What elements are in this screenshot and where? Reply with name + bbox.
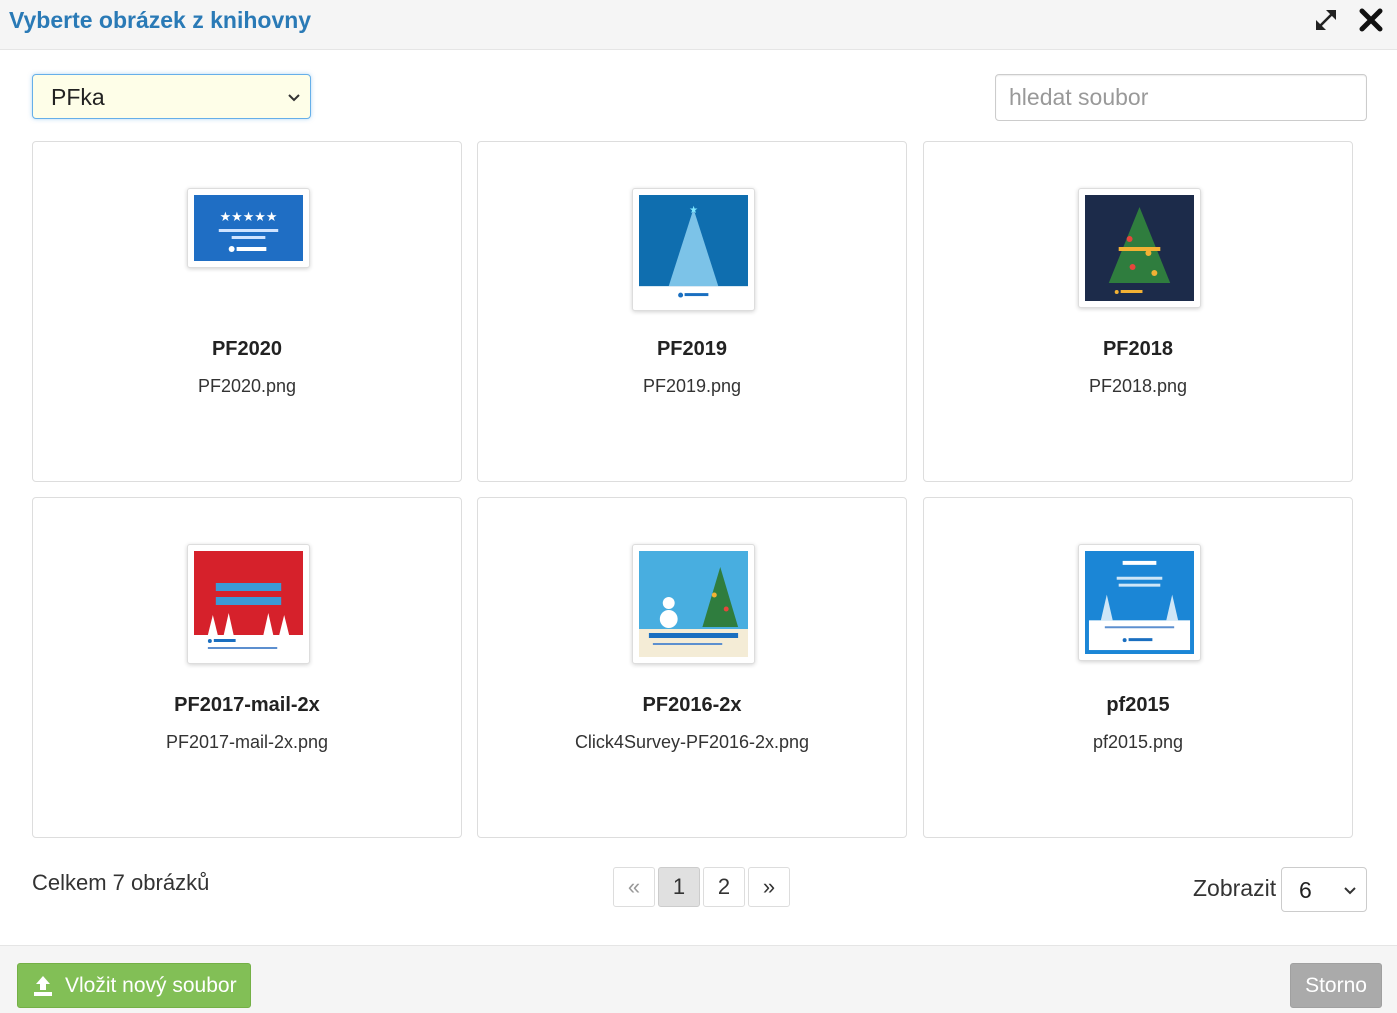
image-card[interactable]: ★★★★★ PF2020 PF2020.png xyxy=(32,141,462,482)
pagination-page-1[interactable]: 1 xyxy=(658,867,700,907)
modal-footer: Vložit nový soubor Storno xyxy=(0,945,1397,1013)
folder-select[interactable]: PFka xyxy=(32,74,311,119)
upload-button-label: Vložit nový soubor xyxy=(65,974,237,997)
chevron-down-icon xyxy=(288,94,300,102)
upload-button[interactable]: Vložit nový soubor xyxy=(17,963,251,1008)
svg-text:★★★★★: ★★★★★ xyxy=(220,209,278,224)
image-title: PF2020 xyxy=(211,338,283,360)
image-title: PF2018 xyxy=(1102,338,1174,360)
image-thumbnail[interactable] xyxy=(187,544,310,664)
image-filename: PF2018.png xyxy=(1088,376,1188,396)
image-filename: PF2019.png xyxy=(642,376,742,396)
upload-icon xyxy=(34,976,52,996)
pagination-prev[interactable]: « xyxy=(613,867,655,907)
folder-select-value: PFka xyxy=(51,84,105,110)
svg-text:★: ★ xyxy=(689,205,698,216)
total-count: Celkem 7 obrázků xyxy=(32,870,210,895)
image-filename: PF2017-mail-2x.png xyxy=(165,732,329,752)
image-filename: pf2015.png xyxy=(1092,732,1184,752)
image-filename: Click4Survey-PF2016-2x.png xyxy=(574,732,810,752)
image-card[interactable]: PF2017-mail-2x PF2017-mail-2x.png xyxy=(32,497,462,838)
image-card[interactable]: pf2015 pf2015.png xyxy=(923,497,1353,838)
expand-icon[interactable] xyxy=(1313,7,1339,33)
search-placeholder: hledat soubor xyxy=(1009,84,1149,110)
image-title: PF2017-mail-2x xyxy=(174,694,320,716)
image-card[interactable]: PF2016-2x Click4Survey-PF2016-2x.png xyxy=(477,497,907,838)
per-page-select[interactable]: 6 xyxy=(1281,867,1367,912)
image-title: PF2019 xyxy=(656,338,728,360)
per-page-value: 6 xyxy=(1299,877,1312,903)
image-filename: PF2020.png xyxy=(197,376,297,396)
pagination-page-2[interactable]: 2 xyxy=(703,867,745,907)
image-title: PF2016-2x xyxy=(642,694,742,716)
image-card[interactable]: ★ PF2019 PF2019.png xyxy=(477,141,907,482)
modal-header: Vyberte obrázek z knihovny xyxy=(0,0,1397,50)
image-thumbnail[interactable] xyxy=(1078,544,1201,661)
image-thumbnail[interactable]: ★ xyxy=(632,188,755,311)
modal-title: Vyberte obrázek z knihovny xyxy=(9,7,312,33)
cancel-button[interactable]: Storno xyxy=(1290,963,1382,1008)
per-page-label: Zobrazit xyxy=(1193,875,1277,901)
pagination-next[interactable]: » xyxy=(748,867,790,907)
chevron-down-icon xyxy=(1344,887,1356,895)
image-title: pf2015 xyxy=(1106,694,1170,716)
close-icon[interactable] xyxy=(1357,6,1385,34)
image-thumbnail[interactable] xyxy=(632,544,755,664)
search-input[interactable]: hledat soubor xyxy=(995,74,1367,121)
image-card[interactable]: PF2018 PF2018.png xyxy=(923,141,1353,482)
image-thumbnail[interactable]: ★★★★★ xyxy=(187,188,310,268)
image-thumbnail[interactable] xyxy=(1078,188,1201,308)
